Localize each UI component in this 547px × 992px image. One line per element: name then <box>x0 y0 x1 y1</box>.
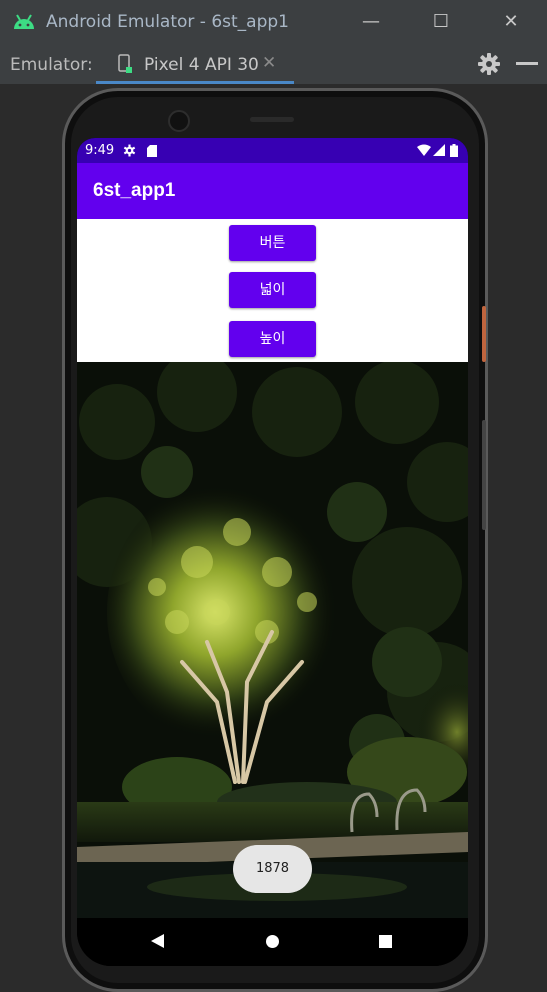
android-icon <box>14 14 34 29</box>
minimize-button[interactable]: — <box>356 8 386 36</box>
night-tree-photo <box>77 362 468 918</box>
close-button[interactable]: ✕ <box>496 8 526 36</box>
button-button[interactable]: 버튼 <box>229 225 316 261</box>
button-panel: 버튼 넓이 높이 <box>77 219 468 362</box>
battery-icon <box>450 144 458 157</box>
window-title-bar: Android Emulator - 6st_app1 — ☐ ✕ <box>0 0 547 44</box>
maximize-button[interactable]: ☐ <box>426 8 456 36</box>
tab-active-indicator <box>96 81 294 84</box>
sd-card-icon <box>147 145 157 157</box>
settings-gear-icon[interactable] <box>477 52 501 76</box>
home-icon[interactable] <box>266 935 279 948</box>
navigation-bar <box>77 918 468 966</box>
settings-notification-icon <box>123 144 136 157</box>
cell-signal-icon <box>433 144 445 156</box>
device-icon <box>118 54 132 73</box>
panel-minimize-icon[interactable] <box>516 62 538 65</box>
emulator-label: Emulator: <box>10 55 93 75</box>
earpiece-speaker <box>250 117 294 122</box>
toast-message: 1878 <box>233 845 312 893</box>
volume-button[interactable] <box>482 420 486 530</box>
emulator-tab-bar: Emulator: Pixel 4 API 30 ✕ <box>0 44 547 85</box>
width-button[interactable]: 넓이 <box>229 272 316 308</box>
status-time: 9:49 <box>85 143 115 158</box>
status-bar: 9:49 <box>77 138 468 163</box>
tab-close-icon[interactable]: ✕ <box>262 53 276 73</box>
tab-pixel-4-api-30[interactable]: Pixel 4 API 30 ✕ <box>96 44 294 84</box>
front-camera <box>168 110 190 132</box>
tab-label: Pixel 4 API 30 <box>144 55 259 75</box>
phone-screen: 9:49 6st_app1 버튼 넓이 높이 1878 <box>77 138 468 966</box>
back-icon[interactable] <box>151 934 164 948</box>
app-bar: 6st_app1 <box>77 163 468 219</box>
power-button[interactable] <box>482 306 486 362</box>
recents-icon[interactable] <box>379 935 392 948</box>
height-button[interactable]: 높이 <box>229 321 316 357</box>
app-title: 6st_app1 <box>93 180 176 201</box>
window-title: Android Emulator - 6st_app1 <box>46 12 289 32</box>
wifi-icon <box>417 144 431 156</box>
